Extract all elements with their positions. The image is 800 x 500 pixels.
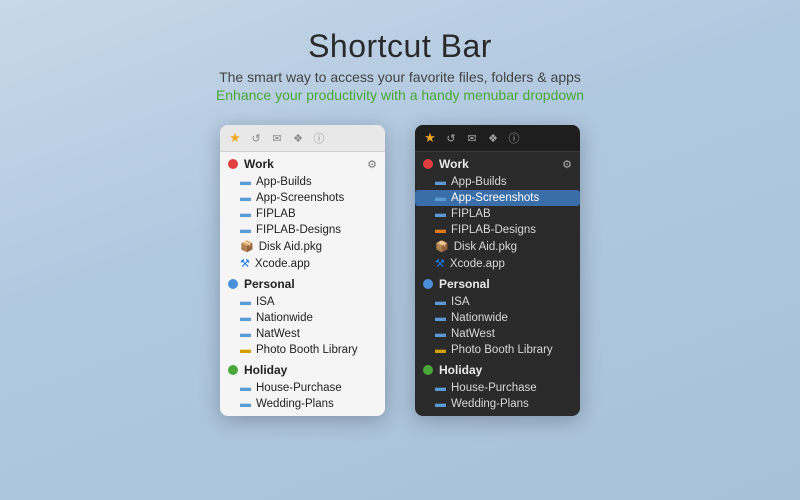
star-icon[interactable]: ★ (227, 130, 243, 146)
holiday-dot (228, 365, 238, 375)
panel-light: ★ ↺ ✉ ❖ ⓘ Work ⚙ ▬ App-Builds ▬ App-Scre… (220, 125, 385, 416)
star-icon[interactable]: ★ (422, 130, 438, 146)
list-item[interactable]: ▬ App-Builds (220, 174, 385, 190)
folder-icon: ▬ (240, 208, 251, 220)
page-title: Shortcut Bar (216, 28, 584, 65)
folder-icon: ▬ (435, 192, 446, 204)
list-item[interactable]: ▬ Wedding-Plans (220, 396, 385, 416)
refresh-icon[interactable]: ↺ (443, 130, 459, 146)
dark-personal-header: Personal (415, 272, 580, 294)
light-toolbar: ★ ↺ ✉ ❖ ⓘ (220, 125, 385, 152)
page-tagline: Enhance your productivity with a handy m… (216, 87, 584, 103)
pkg-icon: 📦 (435, 240, 449, 253)
list-item[interactable]: ▬ App-Screenshots (220, 190, 385, 206)
holiday-label: Holiday (244, 363, 377, 377)
gear-icon[interactable]: ⚙ (367, 158, 377, 171)
folder-icon: ▬ (240, 328, 251, 340)
work-dot (423, 159, 433, 169)
info-icon[interactable]: ⓘ (311, 130, 327, 146)
folder-icon: ▬ (435, 176, 446, 188)
list-item[interactable]: ▬ FIPLAB-Designs (415, 222, 580, 238)
list-item[interactable]: ▬ Photo Booth Library (415, 342, 580, 358)
list-item[interactable]: ▬ House-Purchase (220, 380, 385, 396)
folder-icon: ▬ (435, 344, 446, 356)
xcode-icon: ⚒ (240, 257, 250, 270)
list-item[interactable]: ▬ FIPLAB-Designs (220, 222, 385, 238)
folder-icon: ▬ (240, 312, 251, 324)
dark-work-header: Work ⚙ (415, 152, 580, 174)
list-item[interactable]: ▬ Nationwide (220, 310, 385, 326)
list-item[interactable]: 📦 Disk Aid.pkg (415, 238, 580, 255)
dark-holiday-header: Holiday (415, 358, 580, 380)
list-item[interactable]: ▬ House-Purchase (415, 380, 580, 396)
personal-dot (423, 279, 433, 289)
pkg-icon: 📦 (240, 240, 254, 253)
refresh-icon[interactable]: ↺ (248, 130, 264, 146)
folder-icon: ▬ (240, 192, 251, 204)
panel-dark: ★ ↺ ✉ ❖ ⓘ Work ⚙ ▬ App-Builds ▬ App-Scre… (415, 125, 580, 416)
dark-toolbar: ★ ↺ ✉ ❖ ⓘ (415, 125, 580, 152)
list-item[interactable]: ▬ FIPLAB (415, 206, 580, 222)
list-item[interactable]: ▬ ISA (415, 294, 580, 310)
xcode-icon: ⚒ (435, 257, 445, 270)
holiday-dot (423, 365, 433, 375)
folder-icon: ▬ (240, 176, 251, 188)
list-item[interactable]: ▬ App-Builds (415, 174, 580, 190)
list-item[interactable]: ⚒ Xcode.app (415, 255, 580, 272)
dropbox-icon[interactable]: ❖ (290, 130, 306, 146)
light-holiday-header: Holiday (220, 358, 385, 380)
folder-icon: ▬ (435, 328, 446, 340)
list-item[interactable]: ▬ Photo Booth Library (220, 342, 385, 358)
personal-label: Personal (439, 277, 572, 291)
gear-icon[interactable]: ⚙ (562, 158, 572, 171)
folder-icon: ▬ (240, 296, 251, 308)
list-item[interactable]: ▬ NatWest (220, 326, 385, 342)
work-dot (228, 159, 238, 169)
folder-icon: ▬ (435, 312, 446, 324)
panels-container: ★ ↺ ✉ ❖ ⓘ Work ⚙ ▬ App-Builds ▬ App-Scre… (220, 125, 580, 416)
light-personal-header: Personal (220, 272, 385, 294)
list-item[interactable]: ▬ App-Screenshots (415, 190, 580, 206)
folder-icon: ▬ (240, 344, 251, 356)
folder-icon: ▬ (435, 398, 446, 410)
work-label: Work (439, 157, 556, 171)
folder-icon: ▬ (240, 224, 251, 236)
personal-label: Personal (244, 277, 377, 291)
mail-icon[interactable]: ✉ (269, 130, 285, 146)
work-label: Work (244, 157, 361, 171)
folder-icon: ▬ (435, 208, 446, 220)
page-header: Shortcut Bar The smart way to access you… (216, 0, 584, 103)
personal-dot (228, 279, 238, 289)
page-subtitle: The smart way to access your favorite fi… (216, 69, 584, 85)
folder-icon: ▬ (435, 224, 446, 236)
list-item[interactable]: ▬ FIPLAB (220, 206, 385, 222)
light-work-header: Work ⚙ (220, 152, 385, 174)
list-item[interactable]: ▬ Nationwide (415, 310, 580, 326)
holiday-label: Holiday (439, 363, 572, 377)
list-item[interactable]: 📦 Disk Aid.pkg (220, 238, 385, 255)
folder-icon: ▬ (240, 398, 251, 410)
info-icon[interactable]: ⓘ (506, 130, 522, 146)
mail-icon[interactable]: ✉ (464, 130, 480, 146)
list-item[interactable]: ⚒ Xcode.app (220, 255, 385, 272)
folder-icon: ▬ (240, 382, 251, 394)
list-item[interactable]: ▬ NatWest (415, 326, 580, 342)
dropbox-icon[interactable]: ❖ (485, 130, 501, 146)
folder-icon: ▬ (435, 296, 446, 308)
list-item[interactable]: ▬ Wedding-Plans (415, 396, 580, 416)
list-item[interactable]: ▬ ISA (220, 294, 385, 310)
folder-icon: ▬ (435, 382, 446, 394)
